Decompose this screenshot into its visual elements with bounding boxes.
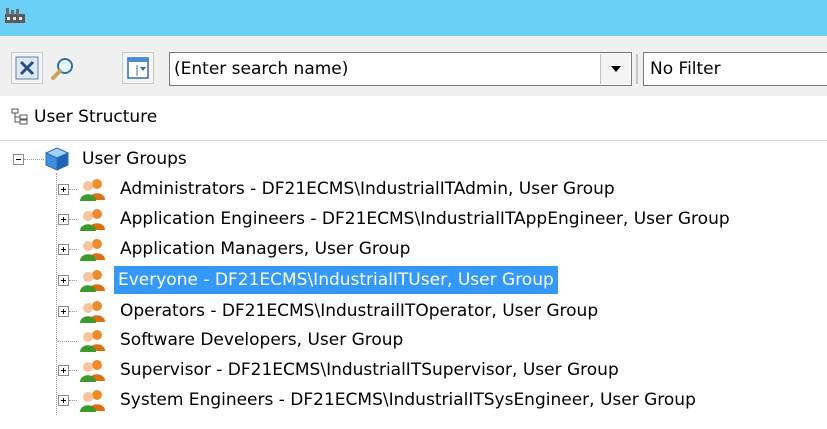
filter-select[interactable]: No Filter (643, 52, 827, 86)
expand-toggle[interactable] (58, 395, 69, 406)
user-group-icon (79, 298, 107, 329)
clear-button[interactable] (11, 52, 43, 84)
tree-line (69, 280, 77, 281)
user-group-icon (79, 176, 107, 207)
expand-toggle[interactable] (58, 214, 69, 225)
tree-item-label[interactable]: System Engineers - DF21ECMS\IndustrialIT… (116, 386, 700, 414)
title-bar (0, 0, 827, 36)
structure-tree-icon (11, 108, 29, 131)
user-group-icon (79, 236, 107, 267)
tree-item-label[interactable]: Application Managers, User Group (116, 235, 414, 263)
search-dropdown-button[interactable] (600, 54, 630, 84)
expand-toggle[interactable] (58, 244, 69, 255)
clear-x-icon (15, 56, 39, 80)
tree-item-label-selected[interactable]: Everyone - DF21ECMS\IndustrialITUser, Us… (114, 266, 558, 294)
toolbar-separator (636, 54, 638, 84)
magnifier-icon (51, 58, 73, 80)
user-group-icon (79, 206, 107, 237)
tree-line (69, 370, 77, 371)
view-toggle-button[interactable] (122, 52, 154, 84)
user-group-icon (79, 357, 107, 388)
search-input[interactable]: (Enter search name) (174, 59, 348, 79)
toolbar: (Enter search name) No Filter (0, 36, 827, 96)
tree-item-label[interactable]: Operators - DF21ECMS\IndustrailITOperato… (116, 297, 602, 325)
find-button[interactable] (46, 52, 78, 84)
tree-line (69, 311, 77, 312)
tree-line (57, 341, 77, 342)
chevron-down-icon (611, 66, 621, 72)
root-collapse-toggle[interactable] (13, 154, 24, 165)
tree-item-label[interactable]: Administrators - DF21ECMS\IndustrialITAd… (116, 175, 619, 203)
expand-toggle[interactable] (58, 306, 69, 317)
tree-item-label[interactable]: Supervisor - DF21ECMS\IndustrialITSuperv… (116, 356, 623, 384)
search-combo[interactable]: (Enter search name) (169, 52, 632, 86)
tree-line (24, 159, 44, 160)
expand-toggle[interactable] (58, 365, 69, 376)
tree-item-label[interactable]: Application Engineers - DF21ECMS\Industr… (116, 205, 734, 233)
structure-label[interactable]: User Structure (34, 107, 157, 127)
user-group-icon (79, 327, 107, 358)
view-list-icon (127, 57, 149, 79)
structure-header: User Structure (0, 96, 827, 141)
tree-line (69, 400, 77, 401)
user-groups-tree: User Groups Administrators - DF21ECMS\In… (0, 143, 827, 429)
tree-line (69, 189, 77, 190)
tree-line (69, 249, 77, 250)
cube-icon (44, 146, 70, 177)
filter-value: No Filter (650, 59, 721, 79)
expand-toggle[interactable] (58, 184, 69, 195)
factory-icon[interactable] (4, 6, 26, 24)
user-group-icon (79, 387, 107, 418)
tree-line (69, 219, 77, 220)
tree-line (56, 173, 57, 415)
tree-root-label[interactable]: User Groups (78, 145, 191, 173)
tree-item-label[interactable]: Software Developers, User Group (116, 326, 407, 354)
expand-toggle[interactable] (58, 275, 69, 286)
user-group-icon (79, 267, 107, 298)
